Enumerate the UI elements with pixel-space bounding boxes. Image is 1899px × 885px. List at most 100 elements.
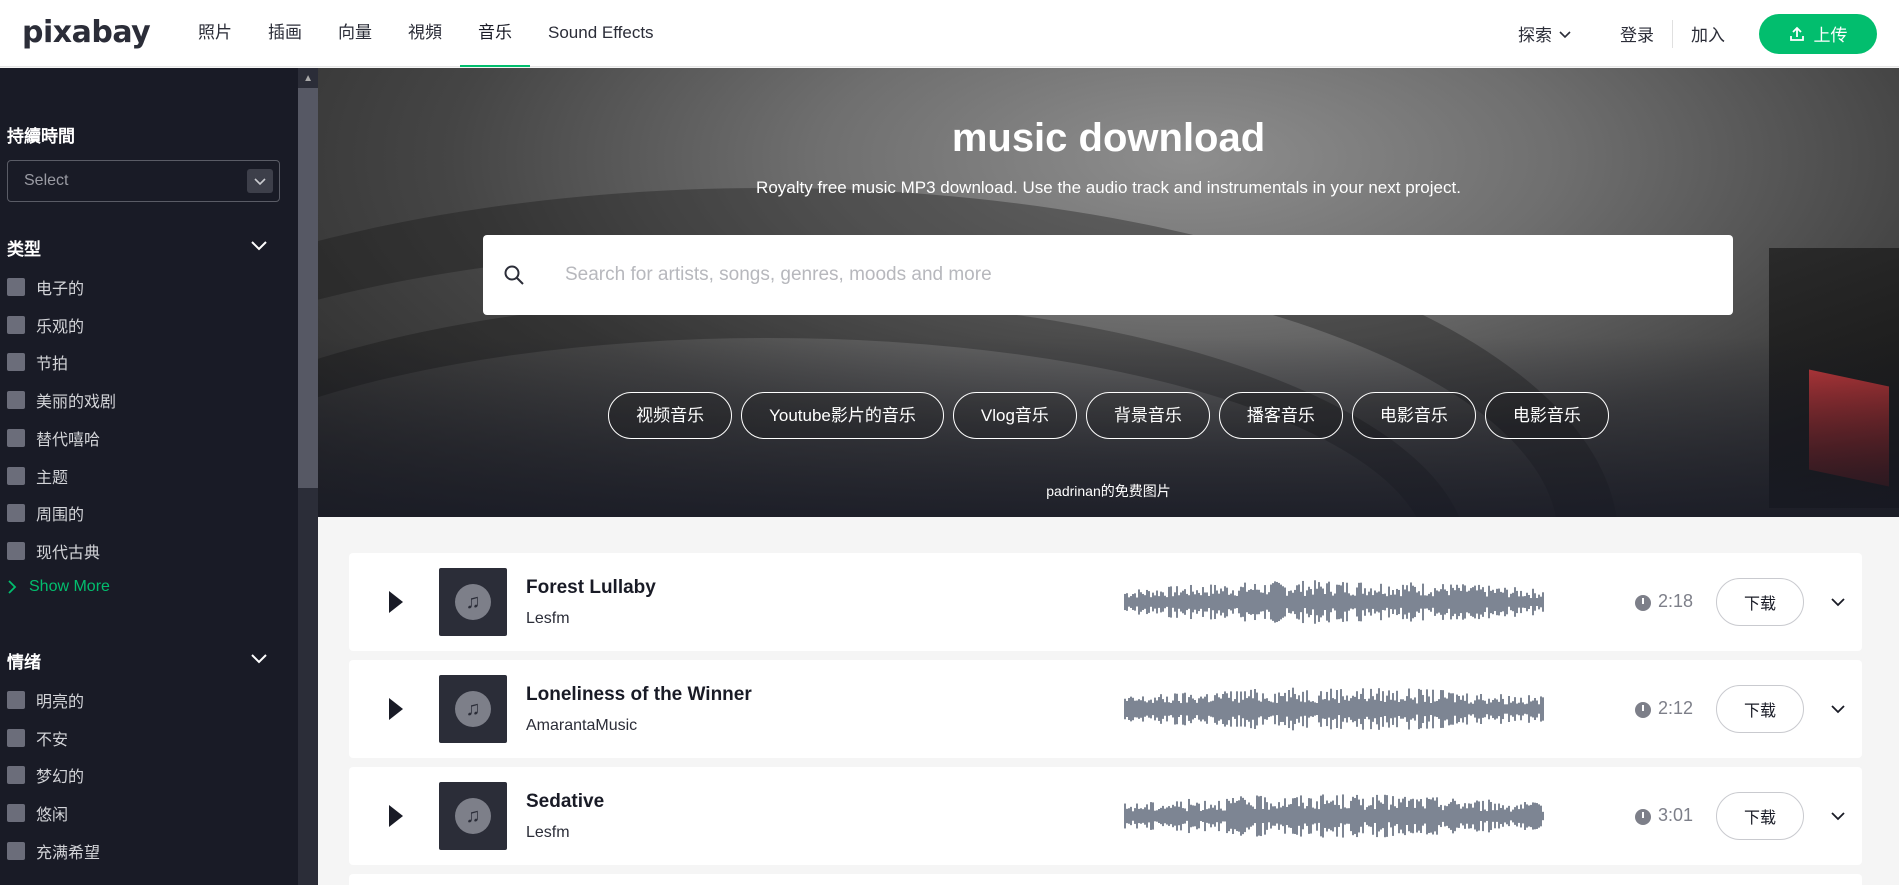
upload-label: 上传 <box>1813 26 1848 45</box>
genre-checkbox[interactable]: 电子的 <box>7 277 85 298</box>
chevron-down-icon <box>1559 30 1571 38</box>
checkbox[interactable] <box>7 691 25 709</box>
music-note-icon: ♫ <box>455 691 491 727</box>
join-link[interactable]: 加入 <box>1673 21 1743 46</box>
genre-checkbox[interactable]: 现代古典 <box>7 541 100 562</box>
waveform[interactable] <box>1124 686 1544 732</box>
mood-checkbox[interactable]: 悠闲 <box>7 803 68 824</box>
checkbox[interactable] <box>7 842 25 860</box>
chip-podcast-music[interactable]: 播客音乐 <box>1218 392 1343 439</box>
chip-film-music[interactable]: 电影音乐 <box>1351 392 1476 439</box>
page-subtitle: Royalty free music MP3 download. Use the… <box>756 178 1461 197</box>
mood-checkbox[interactable]: 梦幻的 <box>7 765 84 786</box>
genre-checkbox[interactable]: 替代嘻哈 <box>7 428 101 449</box>
genre-checkbox[interactable]: 美丽的戏剧 <box>7 390 117 411</box>
track-duration: 3:01 <box>1658 805 1694 825</box>
track-row: ♫ Sedative Lesfm 3:01 下载 <box>349 767 1862 865</box>
chevron-down-icon[interactable] <box>1829 700 1847 718</box>
chevron-down-icon[interactable] <box>250 649 268 667</box>
mood-checkbox[interactable]: 充满希望 <box>7 841 101 862</box>
track-title[interactable]: Sedative <box>526 791 604 813</box>
nav-link-vectors[interactable]: 向量 <box>320 0 390 67</box>
chevron-right-icon <box>8 580 17 594</box>
mood-label: 不安 <box>36 732 69 749</box>
track-artist[interactable]: Lesfm <box>526 824 570 842</box>
mood-label: 明亮的 <box>36 694 85 711</box>
explore-menu[interactable]: 探索 <box>1518 21 1572 46</box>
scroll-up-icon[interactable]: ▲ <box>303 73 313 84</box>
genre-label: 电子的 <box>36 281 85 298</box>
checkbox[interactable] <box>7 729 25 747</box>
duration-title: 持續時間 <box>7 127 75 146</box>
filter-sidebar: ▲ 持續時間 Select 类型 电子的 乐观的 节拍 美丽的戏剧 替代嘻哈 主… <box>0 68 318 885</box>
track-cover: ♫ <box>439 782 507 850</box>
genre-checkbox[interactable]: 乐观的 <box>7 315 85 336</box>
chip-video-music[interactable]: 视频音乐 <box>608 392 733 439</box>
checkbox[interactable] <box>7 766 25 784</box>
chip-youtube-music[interactable]: Youtube影片的音乐 <box>741 392 944 439</box>
checkbox[interactable] <box>7 804 25 822</box>
download-button[interactable]: 下载 <box>1716 792 1804 840</box>
checkbox[interactable] <box>7 504 25 522</box>
chip-vlog-music[interactable]: Vlog音乐 <box>952 392 1077 439</box>
chevron-down-icon[interactable] <box>1829 593 1847 611</box>
genre-label: 节拍 <box>36 356 69 373</box>
scrollbar-thumb[interactable] <box>298 88 318 488</box>
search-input[interactable] <box>565 235 1705 315</box>
track-duration: 2:18 <box>1658 591 1694 611</box>
play-icon[interactable] <box>389 698 403 720</box>
waveform[interactable] <box>1124 793 1544 839</box>
search-box[interactable] <box>483 235 1733 315</box>
mood-label: 充满希望 <box>36 845 101 862</box>
checkbox[interactable] <box>7 278 25 296</box>
genre-label: 替代嘻哈 <box>36 432 101 449</box>
checkbox[interactable] <box>7 429 25 447</box>
checkbox[interactable] <box>7 391 25 409</box>
show-more-link[interactable]: Show More <box>7 578 110 596</box>
checkbox[interactable] <box>7 353 25 371</box>
genre-checkbox[interactable]: 周围的 <box>7 503 84 524</box>
track-artist[interactable]: Lesfm <box>526 610 570 628</box>
mood-checkbox[interactable]: 不安 <box>7 728 69 749</box>
checkbox[interactable] <box>7 542 25 560</box>
track-title[interactable]: Loneliness of the Winner <box>526 684 752 706</box>
mood-checkbox[interactable]: 明亮的 <box>7 690 85 711</box>
nav-link-photos[interactable]: 照片 <box>180 0 250 67</box>
track-row: ♫ Forest Lullaby Lesfm 2:18 下载 <box>349 553 1862 651</box>
chip-background-music[interactable]: 背景音乐 <box>1085 392 1210 439</box>
duration-select-value: Select <box>24 172 69 189</box>
hero-banner: music download Royalty free music MP3 do… <box>318 68 1899 517</box>
genre-label: 乐观的 <box>36 319 85 336</box>
nav-link-videos[interactable]: 視頻 <box>390 0 460 67</box>
track-duration: 2:12 <box>1658 698 1694 718</box>
track-title[interactable]: Forest Lullaby <box>526 577 656 599</box>
track-row-partial <box>349 874 1862 885</box>
duration-select[interactable]: Select <box>7 160 280 202</box>
pixabay-logo[interactable]: pixabay <box>22 15 151 50</box>
download-button[interactable]: 下载 <box>1716 685 1804 733</box>
genre-checkbox[interactable]: 节拍 <box>7 352 69 373</box>
nav-link-illustrations[interactable]: 插画 <box>250 0 320 67</box>
checkbox[interactable] <box>7 467 25 485</box>
chevron-down-icon[interactable] <box>1829 807 1847 825</box>
login-link[interactable]: 登录 <box>1602 21 1672 46</box>
music-note-icon: ♫ <box>455 798 491 834</box>
play-icon[interactable] <box>389 591 403 613</box>
waveform[interactable] <box>1124 579 1544 625</box>
checkbox[interactable] <box>7 316 25 334</box>
chevron-down-icon[interactable] <box>250 236 268 254</box>
genre-checkbox[interactable]: 主题 <box>7 466 68 487</box>
search-icon <box>504 265 524 285</box>
genre-label: 美丽的戏剧 <box>36 394 117 411</box>
download-button[interactable]: 下载 <box>1716 578 1804 626</box>
image-credit[interactable]: padrinan的免费图片 <box>318 481 1899 501</box>
track-cover: ♫ <box>439 568 507 636</box>
chip-film-music-2[interactable]: 电影音乐 <box>1484 392 1609 439</box>
play-icon[interactable] <box>389 805 403 827</box>
genre-title: 类型 <box>7 240 41 259</box>
upload-button[interactable]: 上传 <box>1759 13 1877 54</box>
nav-link-sound-effects[interactable]: Sound Effects <box>530 0 672 67</box>
sidebar-scrollbar[interactable]: ▲ <box>298 68 318 885</box>
track-artist[interactable]: AmarantaMusic <box>526 717 637 735</box>
nav-link-music[interactable]: 音乐 <box>460 0 530 67</box>
